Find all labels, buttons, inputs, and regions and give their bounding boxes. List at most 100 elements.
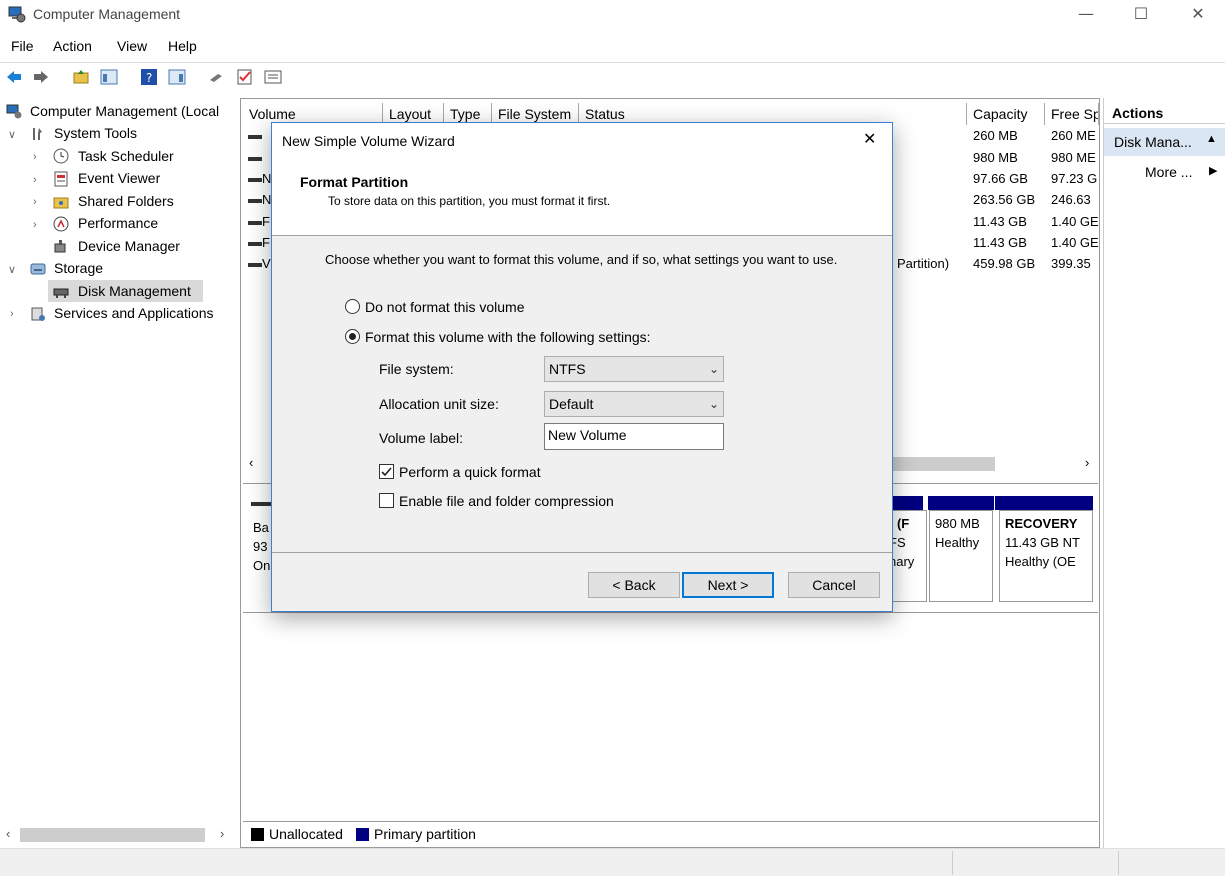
- back-arrow-icon[interactable]: [5, 68, 23, 86]
- actions-pane: Actions Disk Mana... ▲ More ... ▶: [1103, 98, 1225, 848]
- quick-format-checkbox[interactable]: [379, 464, 394, 479]
- scrollbar-thumb[interactable]: [20, 828, 205, 842]
- disk-info: Ba 93 On: [253, 518, 270, 575]
- show-hide-tree-icon[interactable]: [100, 68, 118, 86]
- collapse-up-icon[interactable]: ▲: [1206, 133, 1217, 145]
- row-capacity: 980 MB: [973, 150, 1018, 165]
- minimize-button[interactable]: —: [1063, 0, 1109, 30]
- label-compression[interactable]: Enable file and folder compression: [399, 493, 614, 509]
- tree-event-viewer[interactable]: Event Viewer: [78, 170, 160, 186]
- partition-size: FS: [889, 535, 906, 550]
- menu-help[interactable]: Help: [168, 38, 197, 54]
- menu-action[interactable]: Action: [53, 38, 92, 54]
- row-capacity: 11.43 GB: [973, 214, 1027, 229]
- tree-storage[interactable]: Storage: [54, 260, 103, 276]
- scroll-left-icon[interactable]: ‹: [249, 455, 253, 470]
- help-icon[interactable]: ?: [140, 68, 158, 86]
- label-allocation-unit: Allocation unit size:: [379, 396, 499, 412]
- partition-size: 980 MB: [935, 516, 980, 531]
- table-row[interactable]: [248, 128, 262, 143]
- legend: Unallocated Primary partition: [243, 821, 1098, 847]
- up-folder-icon[interactable]: [72, 68, 90, 86]
- label-format-volume[interactable]: Format this volume with the following se…: [365, 329, 651, 345]
- actions-disk-management-label: Disk Mana...: [1114, 134, 1192, 150]
- row-free-space: 246.63: [1051, 192, 1091, 207]
- window-title: Computer Management: [33, 6, 181, 22]
- tree-task-scheduler[interactable]: Task Scheduler: [78, 148, 174, 164]
- recovery-partition-block[interactable]: RECOVERY 11.43 GB NT Healthy (OE: [999, 510, 1093, 602]
- checklist-icon[interactable]: [236, 68, 254, 86]
- column-capacity[interactable]: Capacity: [967, 103, 1045, 125]
- actions-more-label: More ...: [1145, 164, 1193, 180]
- chevron-right-icon[interactable]: ›: [33, 151, 37, 163]
- tree-disk-management[interactable]: Disk Management: [78, 283, 191, 299]
- forward-arrow-icon[interactable]: [32, 68, 50, 86]
- chevron-down-icon[interactable]: ∨: [8, 263, 16, 276]
- connect-icon[interactable]: [208, 68, 226, 86]
- table-row[interactable]: V: [248, 256, 271, 271]
- wizard-heading: Format Partition: [300, 174, 409, 190]
- show-action-pane-icon[interactable]: [168, 68, 186, 86]
- drive-icon: [248, 134, 262, 139]
- chevron-right-icon[interactable]: ›: [33, 174, 37, 186]
- wizard-subheading: To store data on this partition, you mus…: [328, 194, 611, 208]
- drive-icon: [248, 262, 262, 267]
- scroll-right-icon[interactable]: ›: [1085, 455, 1089, 470]
- chevron-right-icon[interactable]: ›: [33, 196, 37, 208]
- tree-system-tools[interactable]: System Tools: [54, 125, 137, 141]
- chevron-down-icon[interactable]: ∨: [8, 128, 16, 141]
- tree-device-manager[interactable]: Device Manager: [78, 238, 180, 254]
- maximize-button[interactable]: ☐: [1118, 0, 1164, 30]
- close-window-button[interactable]: ✕: [1175, 0, 1221, 30]
- cancel-button[interactable]: Cancel: [788, 572, 880, 598]
- navigation-tree: Computer Management (Local ∨ System Tool…: [0, 98, 237, 824]
- file-system-select[interactable]: NTFS ⌄: [544, 356, 724, 382]
- tree-root[interactable]: Computer Management (Local: [30, 103, 219, 119]
- computer-management-icon: [6, 104, 22, 119]
- menu-view[interactable]: View: [117, 38, 147, 54]
- scrollbar-thumb[interactable]: [883, 457, 995, 471]
- table-row[interactable]: F: [248, 214, 270, 229]
- partition-name: RECOVERY: [1005, 516, 1078, 531]
- computer-management-icon: [8, 6, 26, 23]
- chevron-right-icon[interactable]: ›: [33, 219, 37, 231]
- next-button[interactable]: Next >: [682, 572, 774, 598]
- tree-services-and-applications[interactable]: Services and Applications: [54, 305, 214, 321]
- wizard-close-button[interactable]: ✕: [863, 129, 876, 148]
- radio-do-not-format[interactable]: [345, 299, 360, 314]
- table-row[interactable]: [248, 150, 262, 165]
- partition-name: : (F: [889, 516, 910, 531]
- tree-shared-folders[interactable]: Shared Folders: [78, 193, 174, 209]
- partition-block[interactable]: 980 MB Healthy: [929, 510, 993, 602]
- radio-format-volume[interactable]: [345, 329, 360, 344]
- partition-status: Healthy (OE: [1005, 554, 1076, 569]
- tree-performance[interactable]: Performance: [78, 215, 158, 231]
- properties-icon[interactable]: [264, 68, 282, 86]
- performance-icon: [53, 216, 69, 232]
- table-row[interactable]: N: [248, 171, 271, 186]
- chevron-right-icon[interactable]: ›: [10, 308, 14, 320]
- volume-label-input[interactable]: New Volume: [544, 423, 724, 450]
- compression-checkbox[interactable]: [379, 493, 394, 508]
- scroll-left-icon[interactable]: ‹: [6, 826, 10, 841]
- actions-more[interactable]: More ... ▶: [1104, 160, 1225, 184]
- shared-folder-icon: [53, 197, 69, 209]
- actions-disk-management[interactable]: Disk Mana... ▲: [1104, 128, 1225, 156]
- event-viewer-icon: [54, 171, 68, 187]
- disk-status: On: [253, 558, 271, 573]
- menu-file[interactable]: File: [11, 38, 34, 54]
- column-free-space[interactable]: Free Sp: [1045, 103, 1099, 125]
- svg-text:?: ?: [146, 71, 152, 85]
- table-row[interactable]: N: [248, 192, 271, 207]
- label-quick-format[interactable]: Perform a quick format: [399, 464, 541, 480]
- back-button[interactable]: < Back: [588, 572, 680, 598]
- row-capacity: 97.66 GB: [973, 171, 1028, 186]
- chevron-down-icon: ⌄: [708, 362, 719, 376]
- allocation-unit-select[interactable]: Default ⌄: [544, 391, 724, 417]
- actions-header: Actions: [1104, 100, 1225, 124]
- table-row[interactable]: F: [248, 235, 270, 250]
- tree-horizontal-scrollbar[interactable]: ‹ ›: [0, 824, 237, 846]
- row-volume: N: [262, 192, 272, 207]
- scroll-right-icon[interactable]: ›: [220, 826, 224, 841]
- label-do-not-format[interactable]: Do not format this volume: [365, 299, 525, 315]
